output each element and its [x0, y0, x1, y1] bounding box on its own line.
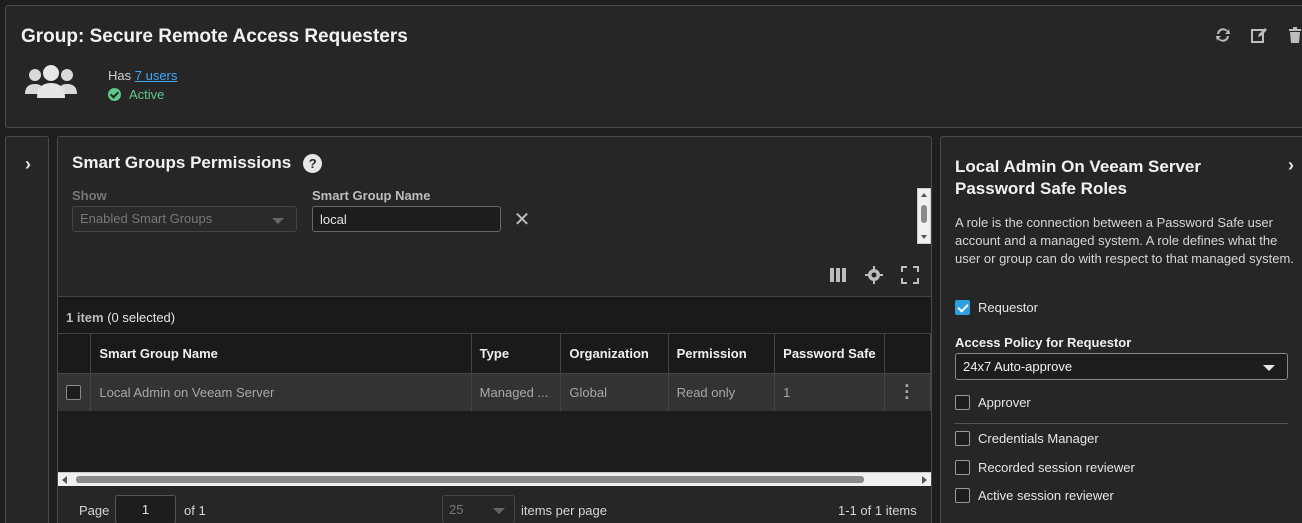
page-title: Group: Secure Remote Access Requesters: [21, 26, 408, 47]
requestor-checkbox[interactable]: [955, 300, 970, 315]
clear-filter-icon[interactable]: ✕: [513, 210, 531, 230]
check-circle-icon: [108, 88, 121, 101]
header-actions: [1212, 24, 1302, 46]
cell-name: Local Admin on Veeam Server: [90, 373, 472, 411]
users-link[interactable]: 7 users: [135, 68, 178, 83]
users-group-icon: [25, 65, 77, 98]
table-empty-area: [58, 411, 931, 472]
show-filter-select: Enabled Smart Groups: [72, 206, 297, 232]
trash-icon[interactable]: [1284, 24, 1302, 46]
page-number-input[interactable]: [115, 495, 176, 523]
fullscreen-icon[interactable]: [900, 265, 920, 285]
row-menu-icon[interactable]: · · ·: [884, 373, 931, 411]
left-rail: ›: [5, 136, 49, 523]
column-header-type[interactable]: Type: [471, 334, 562, 374]
edit-icon[interactable]: [1248, 24, 1270, 46]
table-row[interactable]: Local Admin on Veeam Server Managed ... …: [58, 373, 931, 411]
items-per-page-label: items per page: [521, 503, 607, 518]
page-total-label: of 1: [184, 503, 206, 518]
column-header-name[interactable]: Smart Group Name: [90, 334, 472, 374]
row-select-cell: [58, 373, 92, 411]
active-reviewer-checkbox-row[interactable]: Active session reviewer: [955, 488, 1114, 503]
panel-title: Smart Groups Permissions ?: [72, 153, 323, 173]
cell-permission: Read only: [668, 373, 776, 411]
show-filter-label: Show: [72, 188, 107, 203]
columns-icon[interactable]: [828, 265, 848, 285]
column-header-organization[interactable]: Organization: [560, 334, 669, 374]
page-label: Page: [79, 503, 110, 518]
gear-icon[interactable]: [864, 265, 884, 285]
access-policy-select[interactable]: 24x7 Auto-approve: [955, 353, 1288, 380]
user-count-text: Has 7 users: [108, 68, 178, 83]
recorded-reviewer-checkbox[interactable]: [955, 460, 970, 475]
help-icon[interactable]: ?: [303, 153, 323, 173]
chevron-down-icon: [272, 218, 284, 224]
items-per-page-select[interactable]: 25: [442, 495, 515, 523]
approver-checkbox-row[interactable]: Approver: [955, 395, 1031, 410]
smart-group-name-label: Smart Group Name: [312, 188, 431, 203]
column-header-password-safe[interactable]: Password Safe: [774, 334, 885, 374]
requestor-checkbox-row[interactable]: Requestor: [955, 300, 1038, 315]
filter-scrollbar[interactable]: [917, 188, 931, 244]
chevron-down-icon: [493, 508, 505, 514]
status-badge: Active: [108, 87, 164, 102]
actions-column-header: [884, 334, 931, 374]
item-range-label: 1-1 of 1 items: [838, 503, 917, 518]
status-label: Active: [129, 87, 165, 102]
pagination: Page of 1 25 items per page 1-1 of 1 ite…: [58, 486, 931, 523]
column-header-permission[interactable]: Permission: [668, 334, 776, 374]
expand-chevron-icon[interactable]: ›: [19, 155, 37, 173]
approver-checkbox[interactable]: [955, 395, 970, 410]
roles-description: A role is the connection between a Passw…: [955, 215, 1294, 266]
select-column-header: [58, 334, 92, 374]
cell-type: Managed ...: [471, 373, 562, 411]
access-policy-label: Access Policy for Requestor: [955, 335, 1132, 350]
item-count-bar: 1 item (0 selected): [58, 296, 931, 334]
active-reviewer-checkbox[interactable]: [955, 488, 970, 503]
collapse-chevron-icon[interactable]: ›: [1288, 155, 1294, 176]
smart-groups-permissions-panel: Smart Groups Permissions ? Show Enabled …: [57, 136, 932, 523]
roles-panel-title: Local Admin On Veeam Server Password Saf…: [955, 157, 1201, 198]
roles-divider: [955, 423, 1288, 424]
credentials-manager-checkbox[interactable]: [955, 431, 970, 446]
refresh-icon[interactable]: [1212, 24, 1234, 46]
permissions-table: Smart Group Name Type Organization Permi…: [58, 334, 931, 411]
group-header: Group: Secure Remote Access Requesters H…: [5, 5, 1302, 128]
password-safe-roles-panel: Local Admin On Veeam Server Password Saf…: [940, 136, 1302, 523]
table-horizontal-scrollbar[interactable]: [58, 472, 931, 486]
cell-password-safe: 1: [774, 373, 885, 411]
table-header-row: Smart Group Name Type Organization Permi…: [58, 334, 931, 374]
chevron-down-icon: [1263, 365, 1275, 371]
grid-toolbar: [828, 265, 920, 285]
credentials-manager-checkbox-row[interactable]: Credentials Manager: [955, 431, 1099, 446]
row-checkbox[interactable]: [66, 385, 81, 401]
smart-group-name-input[interactable]: [312, 206, 501, 232]
recorded-reviewer-checkbox-row[interactable]: Recorded session reviewer: [955, 460, 1135, 475]
cell-organization: Global: [560, 373, 669, 411]
